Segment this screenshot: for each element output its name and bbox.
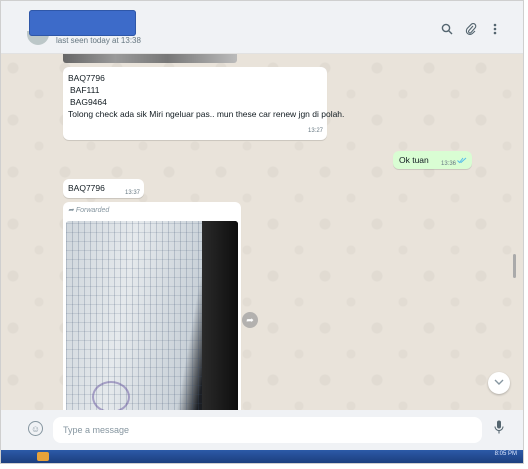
message-line: BAG9464: [70, 97, 107, 107]
paperclip-icon[interactable]: [465, 23, 477, 38]
message-incoming[interactable]: BAQ7796 13:37: [63, 179, 144, 198]
photo-dark-edge: [202, 221, 238, 410]
message-line: BAQ7796: [68, 73, 105, 83]
message-time: 13:27: [307, 128, 323, 134]
start-button[interactable]: [37, 452, 49, 461]
forwarded-text: Forwarded: [75, 207, 110, 214]
message-text: BAQ7796: [68, 183, 105, 193]
photo-stamp-mark: [92, 381, 130, 410]
search-icon[interactable]: [441, 23, 453, 38]
whatsapp-window: last seen today at 13:38 BAQ7796 BAF111 …: [0, 0, 524, 464]
message-time: 13:37: [125, 190, 141, 196]
previous-image-message[interactable]: [63, 54, 237, 63]
chat-header: last seen today at 13:38: [1, 1, 523, 54]
forward-arrow-icon: ➦: [68, 207, 74, 214]
chevron-down-icon: [494, 379, 504, 385]
message-line: BAF111: [70, 85, 100, 95]
message-incoming-image[interactable]: ➦ Forwarded: [63, 202, 241, 410]
emoji-icon[interactable]: ☺: [28, 421, 43, 436]
chat-scrollbar[interactable]: [513, 254, 516, 278]
message-incoming[interactable]: BAQ7796 BAF111 BAG9464 Tolong check ada …: [63, 67, 345, 140]
message-time: 13:36: [441, 161, 457, 167]
contact-name-redacted[interactable]: [29, 10, 136, 36]
taskbar-clock: 8:05 PM: [494, 451, 517, 457]
os-taskbar: 8:05 PM: [1, 450, 523, 463]
forwarded-label: ➦ Forwarded: [68, 205, 109, 217]
menu-icon[interactable]: [493, 23, 497, 38]
scroll-down-button[interactable]: [488, 372, 510, 394]
microphone-icon[interactable]: [494, 420, 504, 438]
conversation-panel[interactable]: BAQ7796 BAF111 BAG9464 Tolong check ada …: [1, 54, 523, 410]
message-input[interactable]: [53, 417, 482, 443]
forward-share-icon[interactable]: ➦: [242, 312, 258, 328]
message-line: Tolong check ada sik Miri ngeluar pas.. …: [68, 109, 345, 119]
forwarded-document-photo[interactable]: [66, 221, 238, 410]
read-receipt-icon: [457, 155, 467, 167]
message-text: Ok tuan: [399, 155, 429, 165]
message-outgoing[interactable]: Ok tuan 13:36: [393, 151, 472, 169]
last-seen-status: last seen today at 13:38: [56, 36, 141, 45]
composer-bar: ☺: [1, 410, 523, 450]
